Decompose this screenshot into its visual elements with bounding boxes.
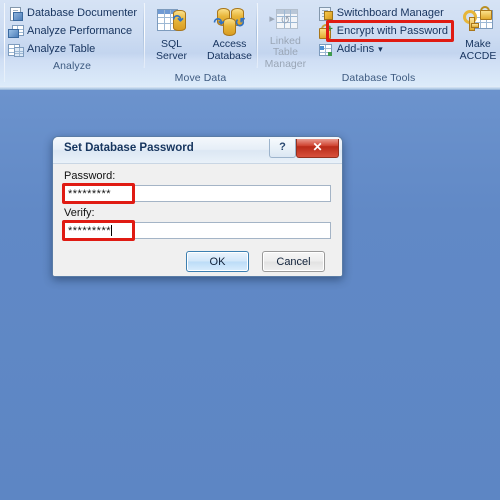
help-button[interactable]: ? [269, 139, 296, 158]
ribbon-group-move-data: ↷ SQL Server ↷ ↺ SQL [144, 0, 258, 84]
verify-label: Verify: [64, 207, 95, 219]
switchboard-manager-icon [318, 6, 333, 21]
add-ins-dropdown-caret-icon[interactable]: ▾ [378, 41, 383, 58]
password-input[interactable]: ********* [64, 185, 331, 202]
sql-server-label-line1: SQL [160, 38, 182, 50]
group-label-database-tools: Database Tools [341, 72, 416, 84]
add-ins-label: Add-ins [336, 43, 375, 55]
ribbon-group-database-tools: ▸ ↺ Linked Table Manager Switchboard Man… [257, 0, 500, 84]
linked-table-manager-button[interactable]: ▸ ↺ Linked Table Manager [257, 4, 314, 70]
access-database-label-1: Access [212, 38, 247, 50]
dialog-title-bar: Set Database Password ? ✕ [53, 137, 342, 164]
text-caret [111, 225, 113, 236]
analyze-performance-label: Analyze Performance [27, 25, 133, 37]
encrypt-with-password-command[interactable]: + Encrypt with Password [316, 23, 452, 40]
encrypt-with-password-icon: + [318, 24, 333, 39]
ribbon: Database Documenter Analyze Performance [0, 0, 500, 86]
encrypt-with-password-label: Encrypt with Password [336, 25, 449, 37]
ribbon-group-analyze: Database Documenter Analyze Performance [0, 0, 145, 72]
access-database-icon: ↷ ↺ [214, 6, 246, 37]
analyze-table-label: Analyze Table [27, 43, 96, 55]
group-label-move-data: Move Data [174, 72, 227, 84]
access-database-button[interactable]: ↷ ↺ SQL Access Database [204, 4, 256, 70]
add-ins-command[interactable]: Add-ins ▾ [316, 41, 452, 58]
set-database-password-dialog: Set Database Password ? ✕ Password: ****… [52, 136, 343, 277]
make-accde-label-2: ACCDE [459, 49, 497, 62]
sql-server-icon: ↷ [156, 6, 188, 37]
sql-server-label-line2: Server [156, 49, 187, 62]
linked-table-manager-icon: ▸ ↺ [269, 6, 301, 34]
password-value: ********* [68, 188, 112, 200]
sql-server-button[interactable]: ↷ SQL Server [146, 4, 198, 70]
add-ins-icon [318, 42, 333, 57]
database-documenter-icon [8, 6, 23, 21]
database-documenter-label: Database Documenter [27, 7, 138, 19]
make-accde-icon [462, 6, 494, 37]
analyze-performance-icon [8, 24, 24, 39]
switchboard-manager-command[interactable]: Switchboard Manager [316, 5, 452, 22]
cancel-button[interactable]: Cancel [262, 251, 325, 272]
analyze-table-icon [8, 42, 24, 57]
verify-input[interactable]: ********* [64, 222, 331, 239]
make-accde-button[interactable]: Make ACCDE [456, 4, 500, 70]
database-tools-command-list: Switchboard Manager + Encrypt with Passw… [314, 4, 452, 58]
analyze-table-command[interactable]: Analyze Table [6, 41, 141, 58]
close-button[interactable]: ✕ [296, 139, 339, 158]
dialog-title: Set Database Password [64, 142, 194, 154]
linked-table-manager-label-1: Linked Table [269, 34, 301, 58]
password-label: Password: [64, 170, 116, 182]
ok-button[interactable]: OK [186, 251, 249, 272]
verify-value: ********* [68, 225, 112, 237]
dialog-body: Password: ********* Verify: ********* OK… [53, 164, 342, 276]
linked-table-manager-label-2: Manager [264, 57, 307, 70]
make-accde-label-1: Make [465, 38, 491, 50]
access-database-label-2: Database [207, 49, 252, 62]
analyze-performance-command[interactable]: Analyze Performance [6, 23, 141, 40]
analyze-command-list: Database Documenter Analyze Performance [0, 3, 141, 58]
access-window: Database Documenter Analyze Performance [0, 0, 500, 500]
database-documenter-command[interactable]: Database Documenter [6, 5, 141, 22]
group-label-analyze: Analyze [52, 60, 92, 72]
switchboard-manager-label: Switchboard Manager [336, 7, 444, 19]
